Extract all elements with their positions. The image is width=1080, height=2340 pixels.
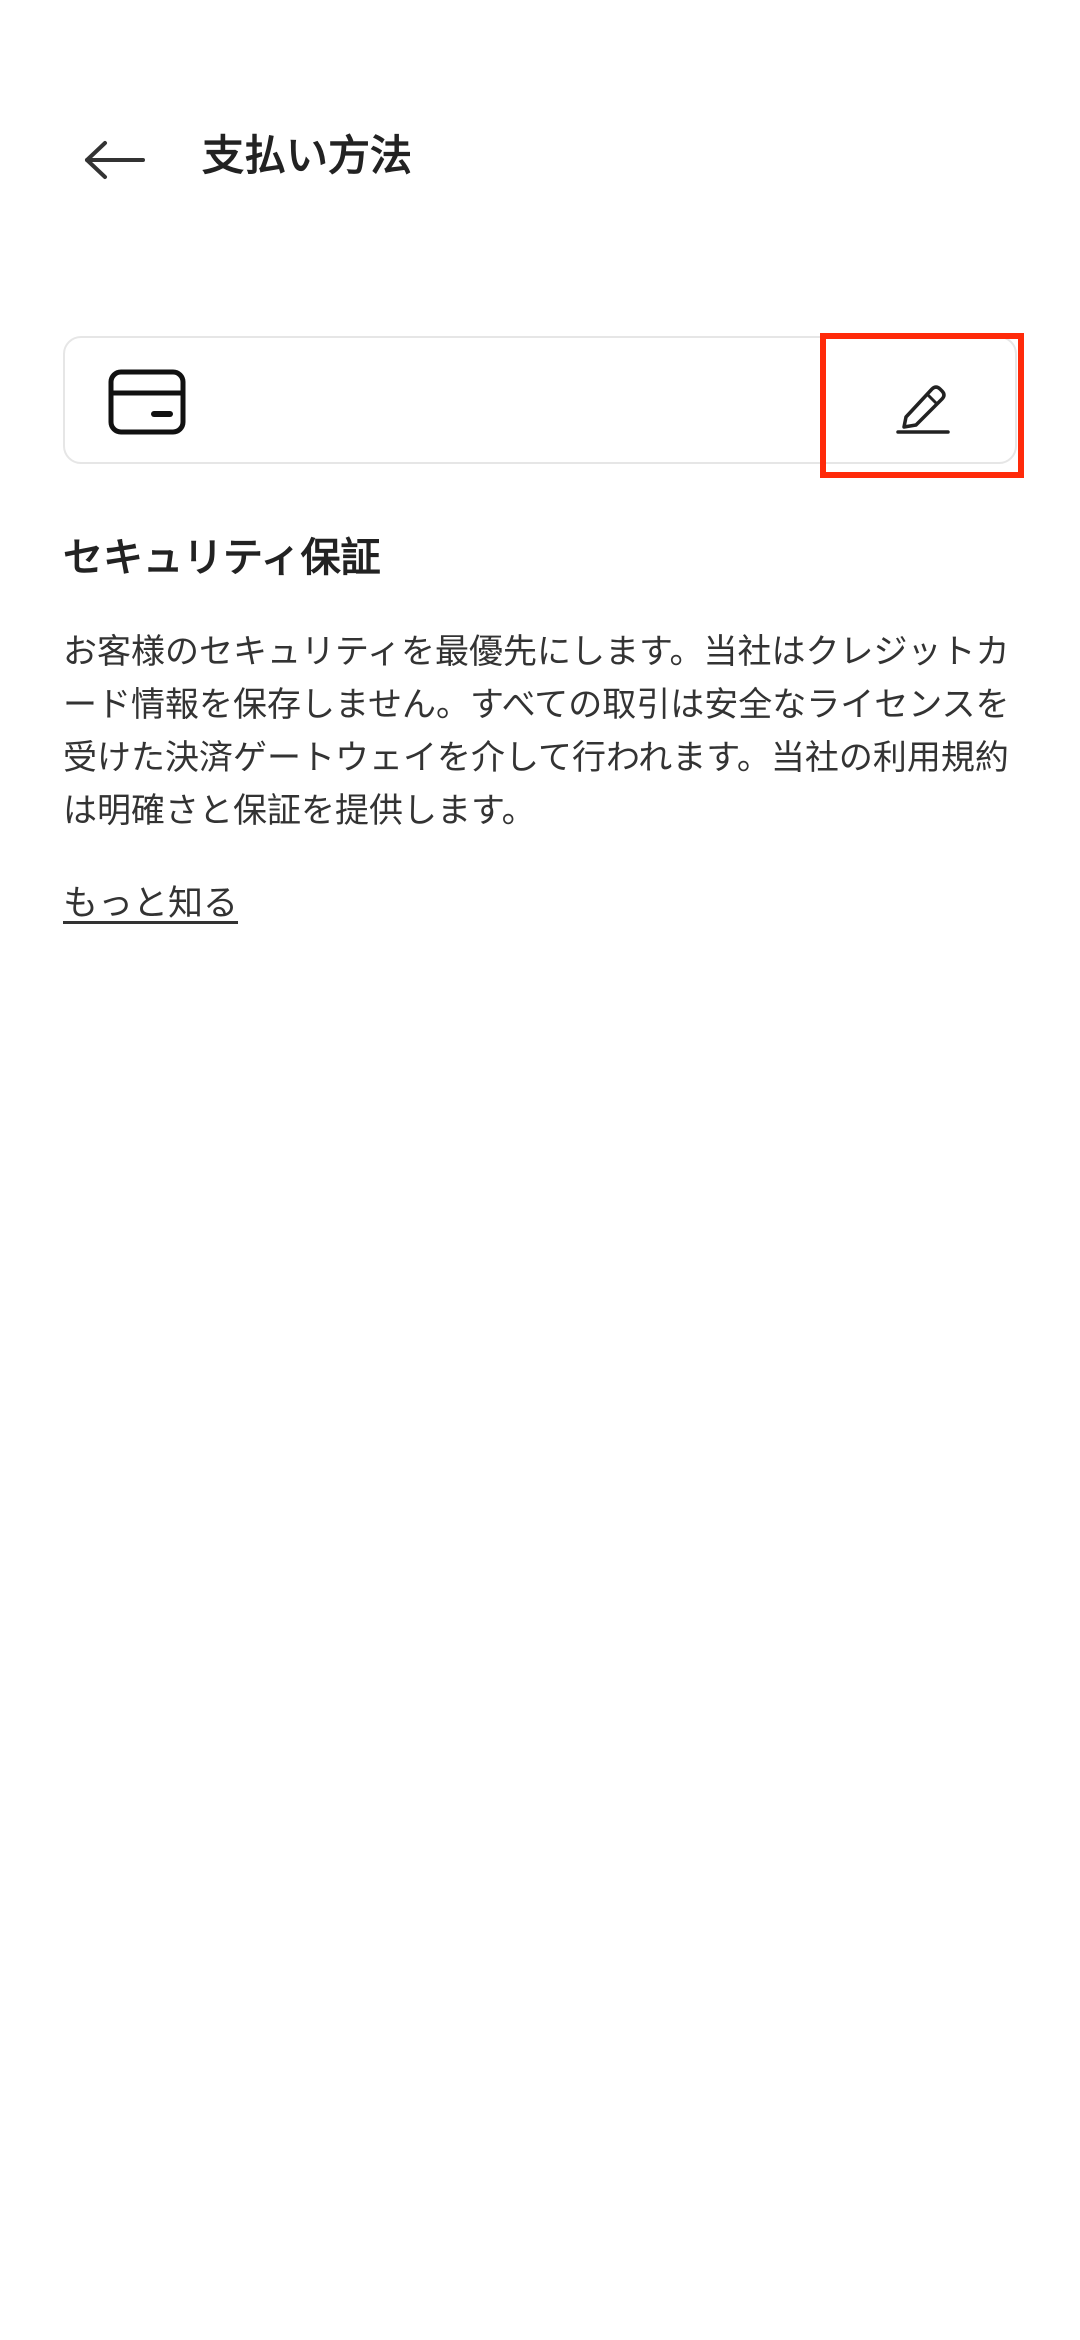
learn-more-link[interactable]: もっと知る [63,876,238,932]
security-section-title: セキュリティ保証 [63,535,381,581]
edit-payment-button[interactable] [820,333,1024,478]
security-section-body: お客様のセキュリティを最優先にします。当社はクレジットカード情報を保存しません。… [63,632,1010,831]
arrow-left-icon [85,141,145,179]
app-bar: 支払い方法 [0,100,1080,220]
credit-card-icon [107,364,187,440]
page-title: 支払い方法 [202,131,413,180]
back-button[interactable] [60,120,170,200]
pencil-icon [896,384,950,434]
